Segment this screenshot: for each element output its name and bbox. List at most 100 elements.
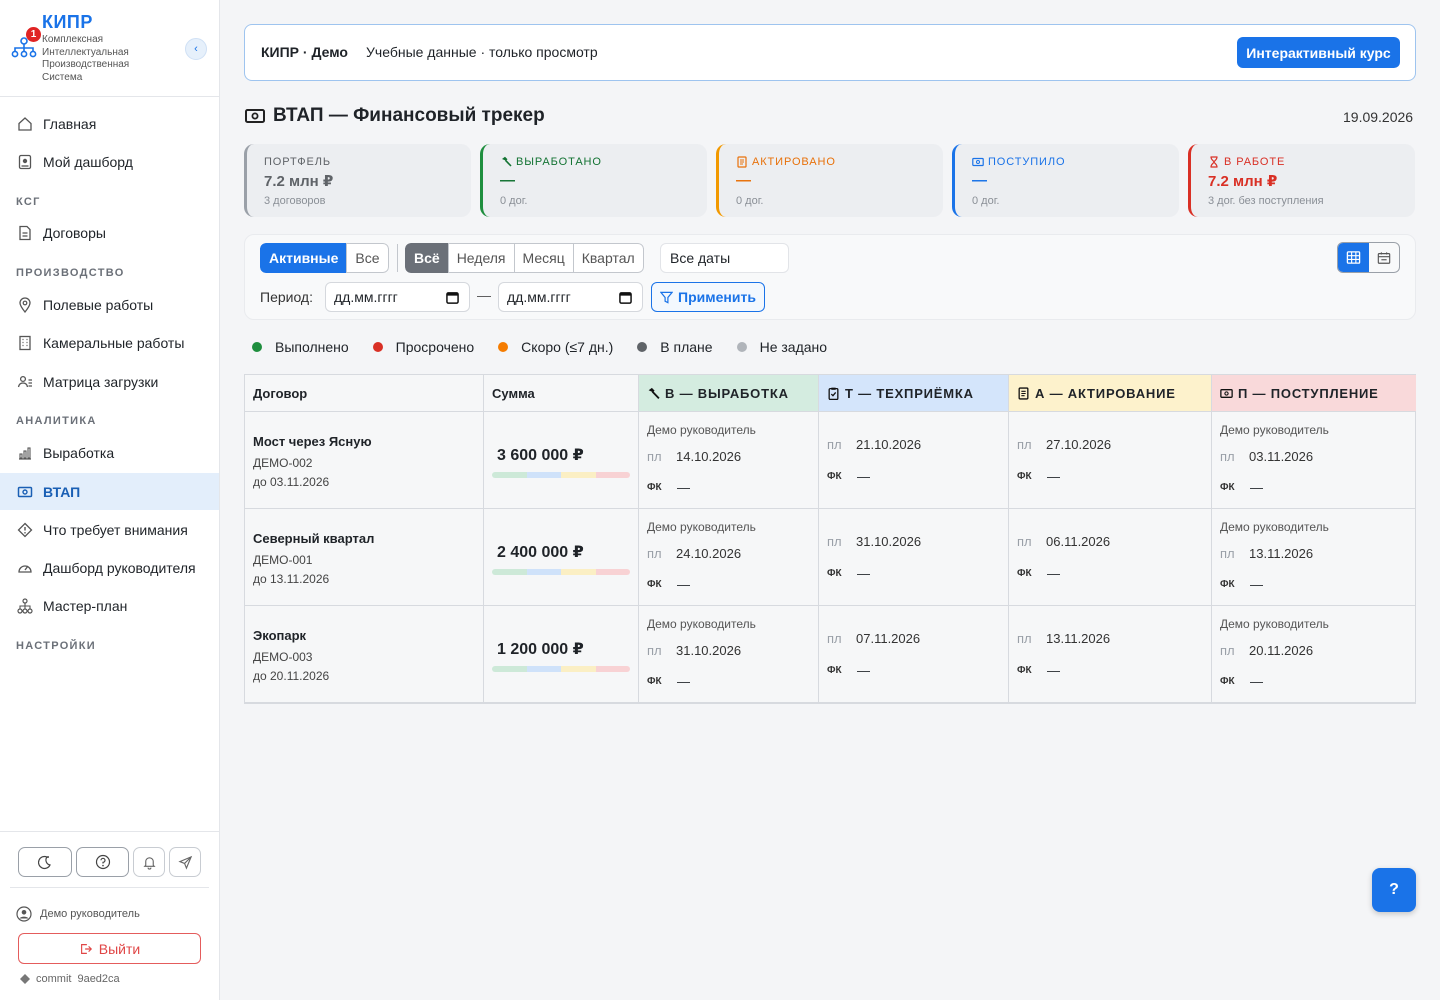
sidebar-item-label: Матрица загрузки [43,373,159,390]
sidebar-item-load-matrix[interactable]: Матрица загрузки [0,363,219,400]
kpi-label-text: АКТИРОВАНО [752,156,836,168]
cell-stage-a: пл 27.10.2026 ФК — [1009,412,1212,509]
column-header-contract[interactable]: Договор [245,375,484,412]
notifications-button[interactable] [133,847,165,877]
column-header-v[interactable]: В — ВЫРАБОТКА [639,375,819,412]
stage-plan-date: пл 24.10.2026 [647,546,741,561]
notification-badge[interactable]: 1 [26,27,41,42]
contract-due: до 13.11.2026 [253,572,330,586]
sidebar-item-output[interactable]: Выработка [0,434,219,471]
receipt-icon [737,156,747,168]
bar-segment-a [561,472,596,478]
chevron-left-icon: ‹ [194,43,198,55]
contract-name[interactable]: Мост через Ясную [253,434,372,449]
cell-stage-v: Демо руководитель пл 14.10.2026 ФК — [639,412,819,509]
help-fab-button[interactable]: ? [1372,868,1416,912]
date-type-select[interactable]: Все даты [660,243,789,273]
bell-icon [142,856,156,870]
stage-responsible: Демо руководитель [647,617,756,631]
contract-name[interactable]: Экопарк [253,628,306,643]
sidebar-item-home[interactable]: Главная [0,105,219,142]
sidebar-item-manager-dashboard[interactable]: Дашборд руководителя [0,549,219,586]
calendar-view-button[interactable] [1369,243,1400,272]
contract-name[interactable]: Северный квартал [253,531,374,546]
fact-label: ФК [827,568,842,579]
filter-icon [660,291,674,304]
interactive-course-button[interactable]: Интерактивный курс [1237,37,1400,68]
range-month-button[interactable]: Месяц [513,243,574,273]
plan-label: пл [1017,534,1032,549]
stage-plan-date: пл 31.10.2026 [827,534,921,549]
kpi-value: — [500,172,515,189]
fact-label: ФК [647,482,662,493]
view-toggle [1337,242,1400,273]
bar-segment-p [595,666,630,672]
calendar-icon [1377,251,1391,264]
column-header-p[interactable]: П — ПОСТУПЛЕНИЕ [1212,375,1416,412]
kpi-subtext: 0 дог. [500,195,528,207]
table-view-button[interactable] [1338,243,1369,272]
bar-chart-icon [16,444,34,462]
cell-stage-a: пл 06.11.2026 ФК — [1009,509,1212,606]
fact-value: — [1250,480,1263,495]
date-from-input[interactable]: дд.мм.гггг [325,282,470,312]
sidebar-item-vtap[interactable]: ВТАП [0,473,219,510]
kpi-value: — [736,172,751,189]
apply-filter-button[interactable]: Применить [651,282,765,312]
kpi-subtext: 0 дог. [972,195,1000,207]
plan-date: 14.10.2026 [676,449,742,464]
date-to-input[interactable]: дд.мм.гггг [498,282,643,312]
fact-label: ФК [1017,665,1032,676]
contract-due: до 20.11.2026 [253,669,330,683]
stage-progress-bar [492,472,630,478]
theme-toggle-button[interactable] [18,847,72,877]
range-quarter-button[interactable]: Квартал [572,243,644,273]
sidebar-item-label: Мой дашборд [43,153,133,170]
kpi-label: В РАБОТЕ [1208,156,1285,168]
sidebar-item-label: Что требует внимания [43,521,188,538]
fact-value: — [1047,663,1060,678]
sidebar-item-attention[interactable]: Что требует внимания [0,511,219,548]
stage-responsible: Демо руководитель [1220,617,1329,631]
help-button[interactable] [76,847,129,877]
column-header-a[interactable]: А — АКТИРОВАНИЕ [1009,375,1212,412]
logout-button[interactable]: Выйти [18,933,201,964]
clipboard-check-icon [828,387,839,400]
plan-label: пл [827,534,842,549]
sidebar-item-contracts[interactable]: Договоры [0,214,219,251]
nav-section-analytics: АНАЛИТИКА [16,415,97,427]
status-all-button[interactable]: Все [346,243,389,273]
range-all-button[interactable]: Всё [405,243,449,273]
diamond-icon [20,974,30,984]
sidebar-item-master-plan[interactable]: Мастер-план [0,587,219,624]
commit-hash: 9aed2ca [77,973,120,985]
kpi-value: — [972,172,987,189]
legend-label: Выполнено [275,339,349,355]
stage-fact-date: ФК — [647,674,690,689]
cell-stage-p: Демо руководитель пл 13.11.2026 ФК — [1212,509,1416,606]
users-matrix-icon [16,373,34,391]
column-header-t[interactable]: Т — ТЕХПРИЁМКА [819,375,1009,412]
collapse-sidebar-button[interactable]: ‹ [185,38,207,60]
status-legend: Выполнено Просрочено Скоро (≤7 дн.) В пл… [252,339,851,355]
stage-plan-date: пл 14.10.2026 [647,449,741,464]
legend-item-done: Выполнено [252,339,349,355]
status-active-button[interactable]: Активные [260,243,348,273]
calendar-icon[interactable] [446,291,459,304]
telegram-button[interactable] [169,847,201,877]
sidebar-item-label: Камеральные работы [43,334,185,351]
calendar-icon[interactable] [619,291,632,304]
sidebar-item-field-works[interactable]: Полевые работы [0,286,219,323]
bar-segment-t [526,472,561,478]
legend-label: Просрочено [395,339,475,355]
sidebar-item-my-dashboard[interactable]: Мой дашборд [0,143,219,180]
apply-filter-label: Применить [678,289,756,305]
range-week-button[interactable]: Неделя [447,243,515,273]
plan-date: 24.10.2026 [676,546,742,561]
document-icon [16,224,34,242]
kpi-subtext: 0 дог. [736,195,764,207]
sidebar-item-office-works[interactable]: Камеральные работы [0,324,219,361]
stage-responsible: Демо руководитель [1220,423,1329,437]
stage-fact-date: ФК — [1017,469,1060,484]
column-header-sum[interactable]: Сумма [484,375,639,412]
